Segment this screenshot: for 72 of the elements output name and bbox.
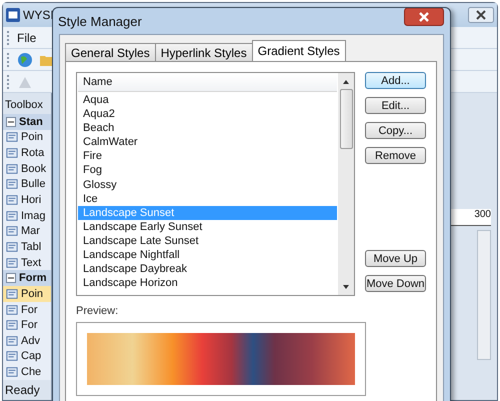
status-text: Ready xyxy=(3,380,51,400)
tool-icon xyxy=(6,366,18,378)
tool-icon xyxy=(6,162,18,175)
toolbox-item[interactable]: Poin xyxy=(3,130,51,146)
tool-icon xyxy=(6,319,18,332)
dialog-button[interactable]: Copy... xyxy=(365,122,426,139)
dialog-button[interactable]: Remove xyxy=(365,147,426,164)
collapse-icon[interactable] xyxy=(6,116,16,127)
list-item[interactable]: Fog xyxy=(78,163,337,178)
tool-icon xyxy=(6,288,18,300)
toolbox-item[interactable]: Mar xyxy=(3,223,51,240)
scrollbar[interactable] xyxy=(338,73,354,295)
toolbox-item[interactable]: Book xyxy=(3,160,51,177)
tool-icon xyxy=(6,240,18,253)
tool-icon xyxy=(6,147,18,160)
app-logo-icon xyxy=(6,8,20,22)
scrollbar[interactable] xyxy=(477,230,491,360)
dialog-button[interactable]: Move Up xyxy=(365,250,426,267)
tab[interactable]: Gradient Styles xyxy=(252,40,346,61)
column-header[interactable]: Name xyxy=(78,74,337,92)
toolbox-item[interactable]: Bulle xyxy=(3,176,51,192)
toolbox-item[interactable]: Rota xyxy=(3,145,51,161)
toolbox-item[interactable]: For xyxy=(3,317,51,333)
toolbox-item[interactable]: Text xyxy=(3,254,51,270)
close-icon[interactable] xyxy=(468,7,494,23)
tool-icon xyxy=(6,210,18,222)
list-item[interactable]: Landscape Late Sunset xyxy=(78,234,337,248)
toolbox-item[interactable]: Tabl xyxy=(3,239,51,255)
collapse-icon[interactable] xyxy=(6,273,16,284)
dialog-title: Style Manager xyxy=(58,14,142,28)
list-item[interactable]: Landscape Daybreak xyxy=(78,262,337,276)
list-item[interactable]: Glossy xyxy=(78,178,337,192)
toolbox-group[interactable]: Stan xyxy=(3,114,51,130)
toolbox-item[interactable]: Poin xyxy=(3,286,51,302)
tool-icon xyxy=(6,178,18,190)
tab[interactable]: Hyperlink Styles xyxy=(154,43,253,61)
toolbox-item[interactable]: Adv xyxy=(3,332,51,349)
toolbox-item[interactable]: Hori xyxy=(3,192,51,208)
toolbox-item[interactable]: For xyxy=(3,302,51,318)
tool-icon xyxy=(6,131,18,144)
scroll-down-icon[interactable] xyxy=(342,284,350,290)
list-item[interactable]: Landscape Horizon xyxy=(78,276,337,290)
toolbox-item[interactable]: Imag xyxy=(3,208,51,224)
toolbox-item[interactable]: Che xyxy=(3,364,51,380)
list-item[interactable]: Landscape Early Sunset xyxy=(78,220,337,234)
tool-icon xyxy=(6,256,18,269)
dialog-button[interactable]: Edit... xyxy=(365,97,426,114)
toolbox-item[interactable]: Cap xyxy=(3,348,51,364)
tool-icon xyxy=(6,225,18,238)
list-item[interactable]: Aqua2 xyxy=(78,107,337,122)
close-icon[interactable] xyxy=(404,8,444,26)
ruler: 300 xyxy=(451,209,491,226)
dialog-button[interactable]: Move Down xyxy=(365,275,426,292)
list-item[interactable]: Ice xyxy=(78,192,337,206)
list-item[interactable]: Beach xyxy=(78,121,337,136)
list-item[interactable]: Fire xyxy=(78,149,337,164)
scroll-up-icon[interactable] xyxy=(342,79,350,85)
tool-icon xyxy=(6,194,18,206)
tab[interactable]: General Styles xyxy=(65,43,156,61)
dialog-button[interactable]: Add... xyxy=(365,72,426,89)
scroll-thumb[interactable] xyxy=(340,89,352,149)
list-item[interactable]: Aqua xyxy=(78,93,337,108)
toolbox-group[interactable]: Form xyxy=(3,270,51,286)
tool-icon xyxy=(6,350,18,362)
list-item[interactable]: Landscape Nightfall xyxy=(78,248,337,262)
tool-icon xyxy=(6,334,18,347)
tool-icon xyxy=(6,304,18,316)
globe-icon[interactable] xyxy=(17,52,33,68)
preview-label: Preview: xyxy=(76,305,120,317)
panel-title: Toolbox xyxy=(3,93,51,114)
menu-item[interactable]: File xyxy=(17,30,36,44)
list-item[interactable]: CalmWater xyxy=(78,135,337,150)
